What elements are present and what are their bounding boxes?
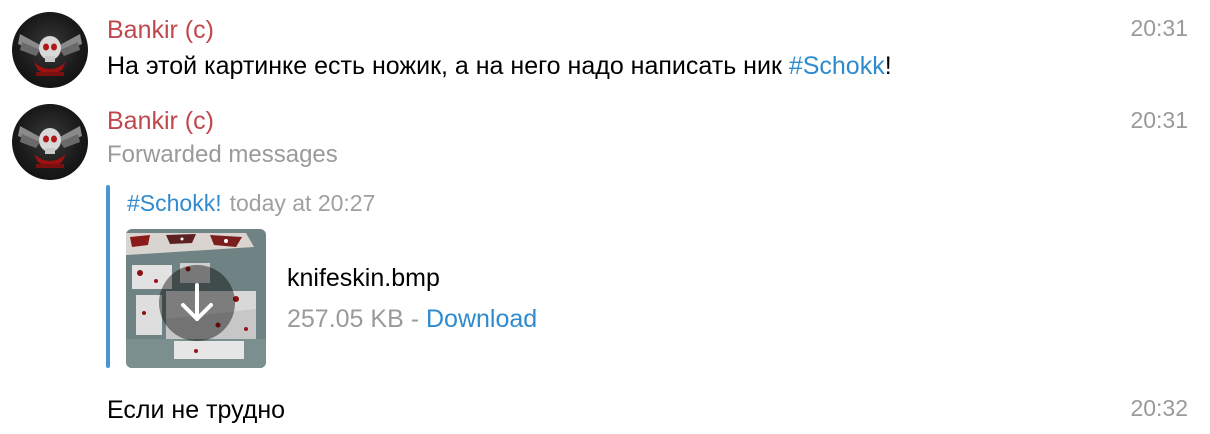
forward-date: today at 20:27 xyxy=(229,190,376,216)
sender-name[interactable]: Bankir (c) xyxy=(107,106,214,136)
sender-name[interactable]: Bankir (c) xyxy=(107,15,214,45)
message-text: На этой картинке есть ножик, а на него н… xyxy=(107,50,892,82)
file-name[interactable]: knifeskin.bmp xyxy=(287,262,440,294)
message-text-part: ! xyxy=(884,52,892,80)
message-text: Если не трудно xyxy=(107,396,286,424)
sender-avatar[interactable] xyxy=(12,104,88,180)
file-size: 257.05 KB xyxy=(287,305,404,333)
message-time: 20:31 xyxy=(1130,15,1188,41)
hashtag-link[interactable]: #Schokk xyxy=(789,52,885,80)
download-link[interactable]: Download xyxy=(426,305,537,333)
skull-wings-avatar-icon xyxy=(18,34,82,76)
forwarded-label: Forwarded messages xyxy=(107,141,338,168)
file-meta: 257.05 KB - Download xyxy=(287,303,537,335)
message-text-part: На этой картинке есть ножик, а на него н… xyxy=(107,52,789,80)
download-arrow-icon xyxy=(181,283,213,321)
forward-bar xyxy=(106,185,110,368)
sender-avatar[interactable] xyxy=(12,12,88,88)
message-time: 20:32 xyxy=(1130,395,1188,421)
file-thumbnail[interactable] xyxy=(126,229,266,368)
forward-source-link[interactable]: #Schokk! xyxy=(127,190,222,216)
download-button[interactable] xyxy=(159,265,235,341)
forward-header: #Schokk! today at 20:27 xyxy=(127,189,375,217)
skull-wings-avatar-icon xyxy=(18,126,82,168)
file-meta-separator: - xyxy=(403,305,426,333)
message-time: 20:31 xyxy=(1130,107,1188,133)
